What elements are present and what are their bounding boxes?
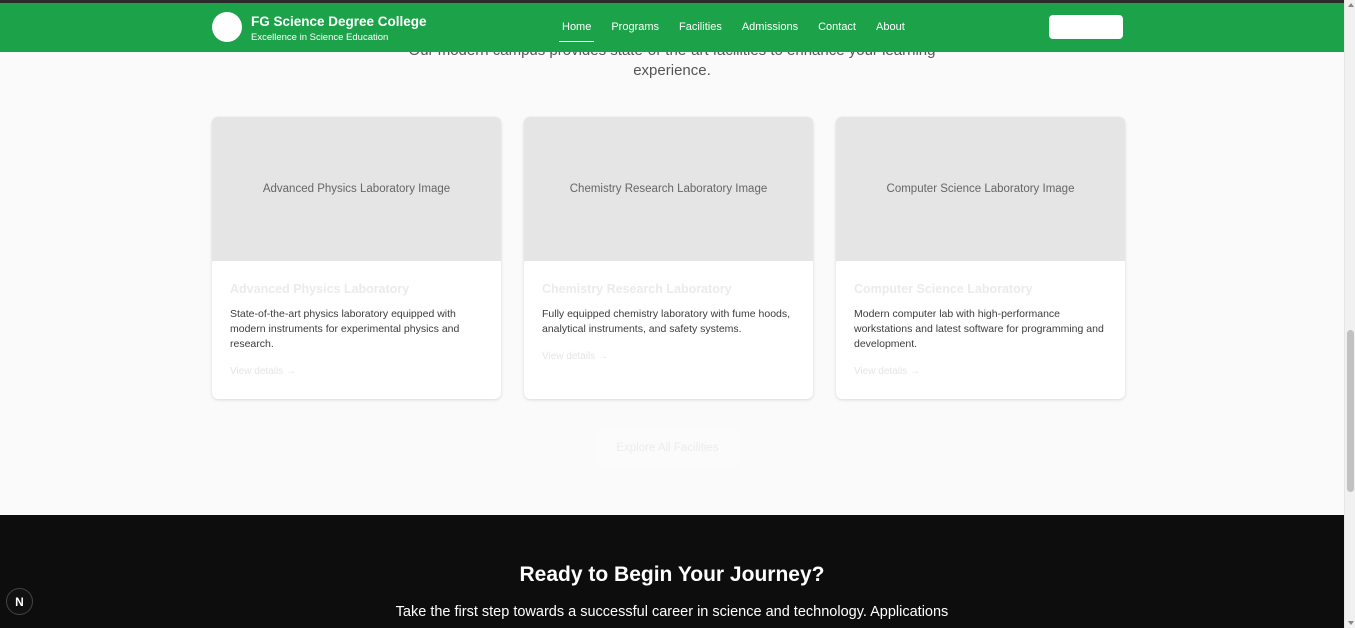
facility-image-placeholder: Computer Science Laboratory Image [836,117,1125,261]
nav-facilities[interactable]: Facilities [679,3,722,52]
facility-title: Chemistry Research Laboratory [542,282,732,296]
college-logo[interactable] [212,12,242,42]
site-header: FG Science Degree College Excellence in … [0,3,1344,52]
browser-top-edge [0,0,1344,3]
header-action-button[interactable] [1049,15,1123,39]
view-details-link[interactable]: View details → [854,366,920,377]
facility-card-computer-science: Computer Science Laboratory Image Comput… [836,117,1125,399]
facility-image-placeholder: Advanced Physics Laboratory Image [212,117,501,261]
cta-text: Take the first step towards a successful… [395,604,949,620]
nav-about[interactable]: About [876,3,905,52]
scroll-down-arrow-icon[interactable] [1348,621,1354,625]
page-scrollbar[interactable] [1344,0,1355,628]
facility-card-chemistry: Chemistry Research Laboratory Image Chem… [524,117,813,399]
scroll-up-arrow-icon[interactable] [1348,3,1354,7]
cta-title: Ready to Begin Your Journey? [519,563,825,586]
facility-card-physics: Advanced Physics Laboratory Image Advanc… [212,117,501,399]
facilities-intro-line-2: experience. [633,62,711,79]
facility-title: Computer Science Laboratory [854,282,1033,296]
brand-name[interactable]: FG Science Degree College [251,14,427,29]
nextjs-dev-indicator-button[interactable]: N [6,588,33,615]
nav-admissions[interactable]: Admissions [742,3,798,52]
explore-all-facilities-button[interactable]: Explore All Facilities [595,430,740,466]
facility-description: Modern computer lab with high-performanc… [854,308,1104,350]
main-nav: Home Programs Facilities Admissions Cont… [558,3,905,52]
view-details-link[interactable]: View details → [230,366,296,377]
brand-tagline: Excellence in Science Education [251,32,389,43]
nav-contact[interactable]: Contact [818,3,856,52]
cta-section: Ready to Begin Your Journey? Take the fi… [0,515,1344,628]
facility-description: State-of-the-art physics laboratory equi… [230,308,460,350]
view-details-link[interactable]: View details → [542,351,608,362]
facility-image-placeholder: Chemistry Research Laboratory Image [524,117,813,261]
facility-title: Advanced Physics Laboratory [230,282,410,296]
nav-home[interactable]: Home [558,3,595,52]
nav-programs[interactable]: Programs [611,3,659,52]
scrollbar-thumb[interactable] [1347,330,1354,492]
facility-description: Fully equipped chemistry laboratory with… [542,308,791,335]
